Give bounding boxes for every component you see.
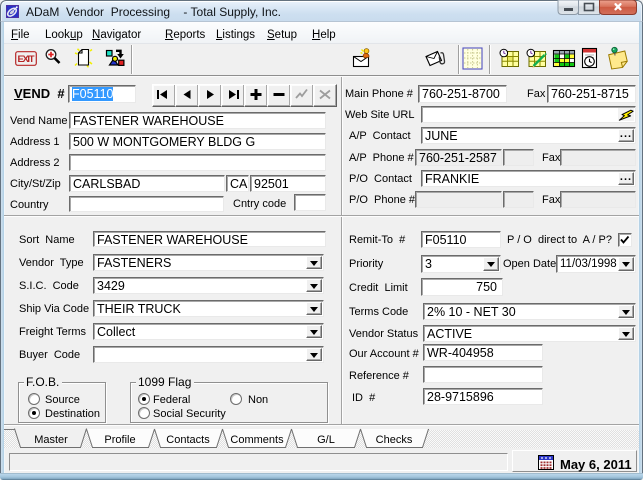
svg-text:Master: Master [34, 434, 68, 446]
svg-text:Checks: Checks [376, 434, 413, 446]
svg-text:Comments: Comments [230, 434, 284, 446]
svg-text:Profile: Profile [104, 434, 135, 446]
svg-text:EXIT: EXIT [18, 54, 35, 65]
svg-text:G/L: G/L [317, 434, 335, 446]
svg-text:Contacts: Contacts [166, 434, 210, 446]
